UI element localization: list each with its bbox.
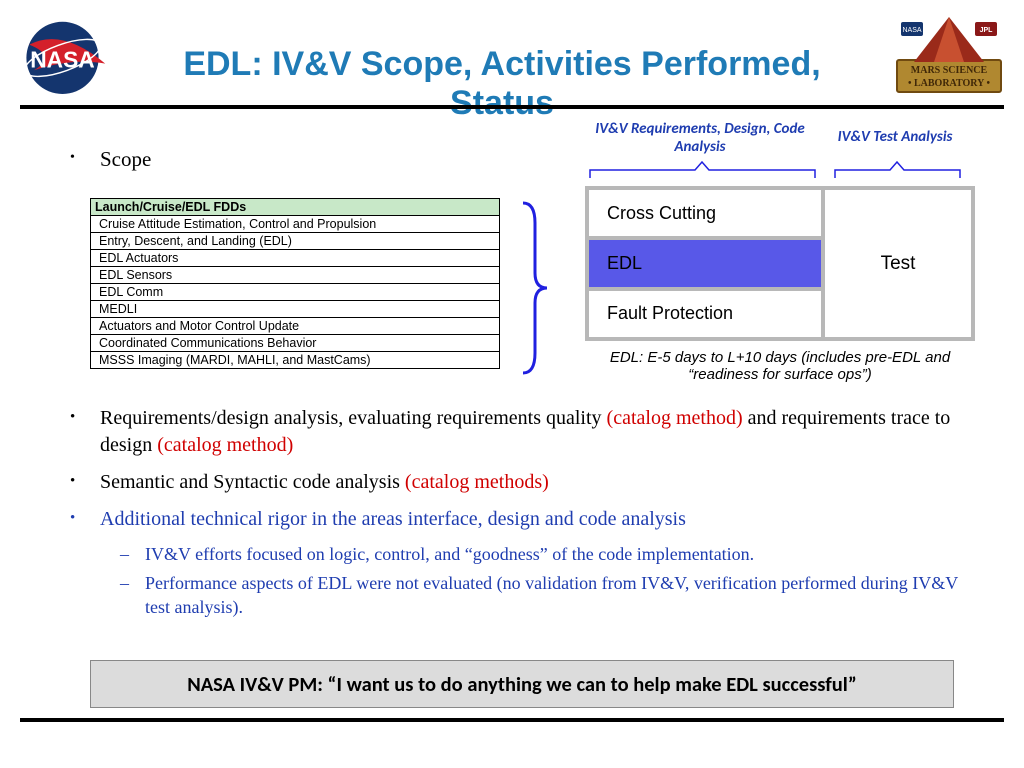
fdd-header: Launch/Cruise/EDL FDDs — [91, 199, 500, 216]
table-row: EDL Actuators — [91, 250, 500, 267]
table-row: MEDLI — [91, 301, 500, 318]
diagram-label-requirements: IV&V Requirements, Design, Code Analysis — [585, 120, 815, 156]
fdd-table: Launch/Cruise/EDL FDDs Cruise Attitude E… — [90, 198, 500, 369]
nasa-logo: NASA — [15, 18, 110, 98]
table-row: Cruise Attitude Estimation, Control and … — [91, 216, 500, 233]
diagram-label-test: IV&V Test Analysis — [815, 120, 975, 156]
diagram-cell-test: Test — [825, 190, 971, 337]
bullet-semantic: Semantic and Syntactic code analysis (ca… — [70, 469, 974, 496]
table-row: MSSS Imaging (MARDI, MAHLI, and MastCams… — [91, 352, 500, 369]
diagram-cell-fault: Fault Protection — [589, 291, 821, 337]
msl-logo: NASA JPL MARS SCIENCE • LABORATORY • — [889, 12, 1009, 102]
svg-text:JPL: JPL — [980, 27, 994, 34]
bracket-icon — [585, 156, 820, 181]
page-title: EDL: IV&V Scope, Activities Performed, S… — [130, 45, 874, 123]
analysis-diagram: IV&V Requirements, Design, Code Analysis… — [585, 120, 975, 383]
svg-text:• LABORATORY •: • LABORATORY • — [908, 78, 991, 89]
curly-brace-icon — [515, 198, 555, 378]
bracket-icon — [830, 156, 965, 181]
table-row: EDL Comm — [91, 284, 500, 301]
diagram-cell-edl: EDL — [589, 240, 821, 290]
diagram-cell-crosscutting: Cross Cutting — [589, 190, 821, 240]
sub-bullet-performance: Performance aspects of EDL were not eval… — [70, 572, 974, 619]
sub-bullet-efforts: IV&V efforts focused on logic, control, … — [70, 543, 974, 566]
bullet-requirements: Requirements/design analysis, evaluating… — [70, 405, 974, 459]
svg-text:NASA: NASA — [30, 46, 95, 72]
table-row: Entry, Descent, and Landing (EDL) — [91, 233, 500, 250]
footer-rule — [20, 718, 1004, 722]
bullet-dot: • — [70, 150, 75, 166]
svg-text:MARS SCIENCE: MARS SCIENCE — [911, 65, 988, 76]
bullet-technical-rigor: Additional technical rigor in the areas … — [70, 506, 974, 533]
header-rule — [20, 105, 1004, 109]
table-row: Actuators and Motor Control Update — [91, 318, 500, 335]
table-row: Coordinated Communications Behavior — [91, 335, 500, 352]
pm-quote: NASA IV&V PM: “I want us to do anything … — [90, 660, 954, 708]
table-row: EDL Sensors — [91, 267, 500, 284]
diagram-caption: EDL: E-5 days to L+10 days (includes pre… — [585, 349, 975, 383]
svg-text:NASA: NASA — [902, 27, 921, 34]
